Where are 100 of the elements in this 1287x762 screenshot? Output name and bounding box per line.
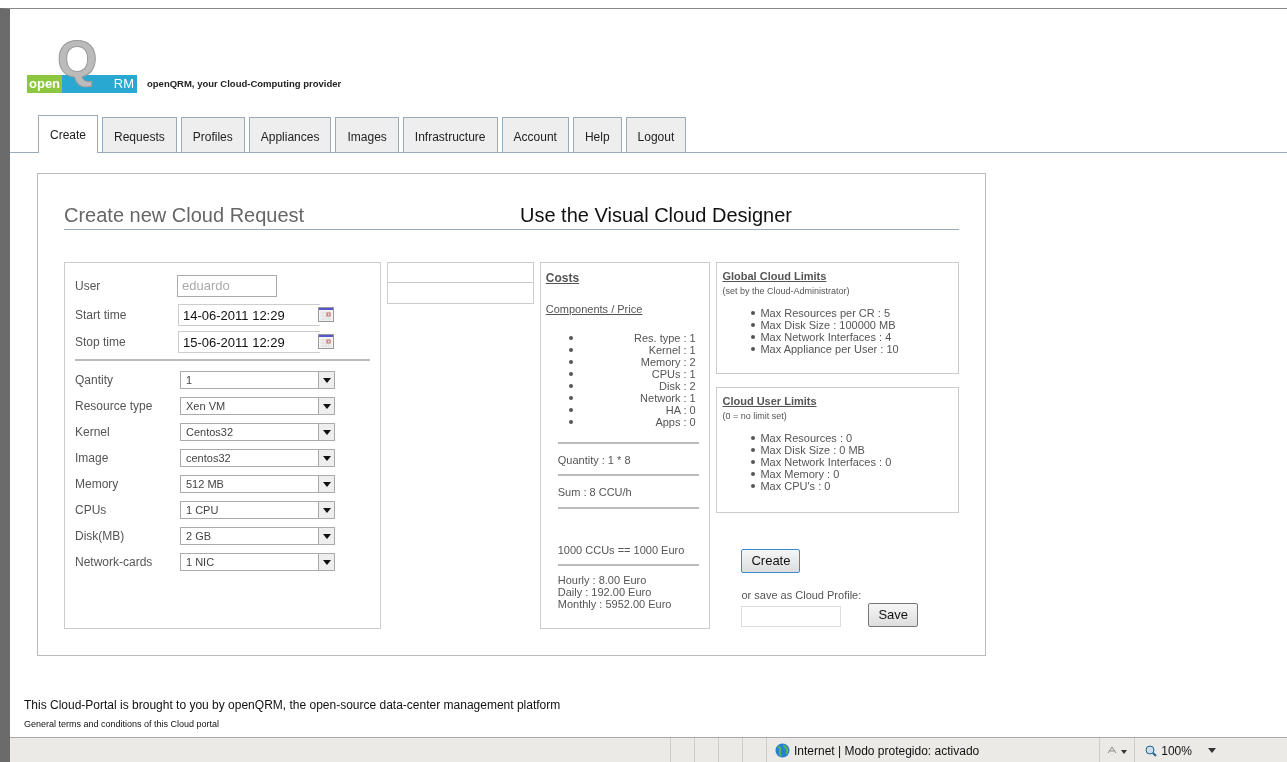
limit-item: Max Resources per CR : 5 <box>760 307 891 319</box>
tab[interactable]: Profiles <box>180 117 245 152</box>
tab[interactable]: Logout <box>625 117 687 152</box>
field-label: Resource type <box>75 398 154 415</box>
tab[interactable]: Create <box>38 115 99 153</box>
tab[interactable]: Images <box>335 117 399 152</box>
bullet-icon <box>568 371 573 376</box>
bullet-icon <box>751 436 756 440</box>
select-field[interactable]: Centos32 <box>180 423 335 441</box>
tab[interactable]: Help <box>572 117 622 152</box>
bullet-icon <box>751 460 756 464</box>
bullet-icon <box>568 359 573 364</box>
limit-item: Max Disk Size : 100000 MB <box>760 319 896 331</box>
bullet-icon <box>568 395 573 400</box>
limit-item: Max Network Interfaces : 4 <box>760 331 892 343</box>
save-label: or save as Cloud Profile: <box>741 587 862 603</box>
tab[interactable]: Account <box>501 117 569 152</box>
price-line: Hourly : 8.00 Euro <box>557 574 648 586</box>
select-field[interactable]: 1 <box>180 371 335 389</box>
field-label: Image <box>75 450 110 467</box>
profile-name-field[interactable] <box>741 605 842 627</box>
field-label: Qantity <box>75 372 114 389</box>
tab[interactable]: Appliances <box>248 117 332 152</box>
bullet-icon <box>568 419 573 424</box>
save-button[interactable]: Save <box>868 603 919 627</box>
field-label: Kernel <box>75 424 111 441</box>
caret-icon <box>322 559 331 565</box>
cost-item: Apps : 0 <box>654 415 696 428</box>
cost-item: Res. type : 1 <box>632 331 696 344</box>
select-field[interactable]: 1 CPU <box>180 501 335 519</box>
cost-item: CPUs : 1 <box>651 367 696 380</box>
tagline: openQRM, your Cloud-Computing provider <box>147 76 342 91</box>
calendar-icon[interactable] <box>318 307 334 322</box>
zone-text: Internet | Modo protegido: activado <box>794 742 980 760</box>
tab[interactable]: Requests <box>102 117 177 152</box>
limit-item: Max Disk Size : 0 MB <box>760 444 865 456</box>
field-label: Start time <box>75 306 128 324</box>
section-heading[interactable]: Global Cloud Limits <box>722 270 827 282</box>
limits-note: (0 = no limit set) <box>722 409 788 423</box>
footer-text: This Cloud-Portal is brought to you by openQRM, the open-source data-center management platform <box>24 697 562 714</box>
designer-link[interactable]: Use the Visual Cloud Designer <box>520 204 792 226</box>
date-field[interactable]: 15-06-2011 12:29 <box>178 330 320 353</box>
select-field[interactable]: 1 NIC <box>180 553 335 571</box>
bullet-icon <box>751 335 756 339</box>
page-title: Create new Cloud Request <box>64 203 306 228</box>
field-label: User <box>75 278 102 295</box>
tab[interactable]: Infrastructure <box>402 117 498 152</box>
bullet-icon <box>751 448 756 452</box>
bullet-icon <box>568 383 573 388</box>
logo-text: open <box>27 75 63 93</box>
caret-icon <box>322 429 331 435</box>
cost-item: Memory : 2 <box>639 355 696 368</box>
cost-item: HA : 0 <box>664 403 696 416</box>
cost-line: Sum : 8 CCU/h <box>556 485 633 500</box>
select-field[interactable]: centos32 <box>180 449 335 467</box>
globe-icon <box>775 743 790 758</box>
zoom-button[interactable]: 100% <box>1145 741 1192 760</box>
select-field[interactable]: 512 MB <box>180 475 335 493</box>
bullet-icon <box>751 311 756 315</box>
section-heading[interactable]: Costs <box>545 271 580 285</box>
cost-item: Kernel : 1 <box>647 343 696 356</box>
caret-icon <box>322 533 331 539</box>
bullet-icon <box>568 407 573 412</box>
caret-icon <box>322 403 331 409</box>
bullet-icon <box>751 484 756 488</box>
field-label: Network-cards <box>75 554 154 571</box>
bullet-icon <box>751 347 756 351</box>
field-label: CPUs <box>75 502 108 519</box>
caret-icon <box>322 377 331 383</box>
cost-item: Network : 1 <box>639 391 696 404</box>
price-line: Daily : 192.00 Euro <box>557 586 653 598</box>
bullet-icon <box>751 472 756 476</box>
user-field: eduardo <box>177 275 277 297</box>
create-button[interactable]: Create <box>741 549 801 573</box>
limits-note: (set by the Cloud-Administrator) <box>722 284 851 298</box>
caret-icon <box>322 507 331 513</box>
price-line: Monthly : 5952.00 Euro <box>557 598 673 610</box>
terms-link[interactable]: General terms and conditions of this Cloud portal <box>24 719 220 729</box>
select-field[interactable]: 2 GB <box>180 527 335 545</box>
bullet-icon <box>568 335 573 340</box>
caret-icon <box>322 481 331 487</box>
section-link[interactable]: Components / Price <box>545 303 643 315</box>
limit-item: Max Memory : 0 <box>760 468 840 480</box>
calendar-icon[interactable] <box>318 334 334 349</box>
limit-item: Max CPU's : 0 <box>760 480 831 492</box>
date-field[interactable]: 14-06-2011 12:29 <box>178 303 320 326</box>
bullet-icon <box>568 347 573 352</box>
field-label: Disk(MB) <box>75 528 126 545</box>
search-icon <box>1145 744 1158 757</box>
caret-icon[interactable] <box>1207 748 1216 753</box>
section-heading[interactable]: Cloud User Limits <box>722 395 817 407</box>
cost-line: Quantity : 1 * 8 <box>556 452 632 468</box>
select-field[interactable]: Xen VM <box>180 397 335 415</box>
limit-item: Max Resources : 0 <box>760 432 853 444</box>
cost-item: Disk : 2 <box>658 379 696 392</box>
field-label: Stop time <box>75 333 127 351</box>
limit-item: Max Network Interfaces : 0 <box>760 456 892 468</box>
bullet-icon <box>751 323 756 327</box>
field-label: Memory <box>75 476 120 493</box>
limit-item: Max Appliance per User : 10 <box>760 343 899 355</box>
